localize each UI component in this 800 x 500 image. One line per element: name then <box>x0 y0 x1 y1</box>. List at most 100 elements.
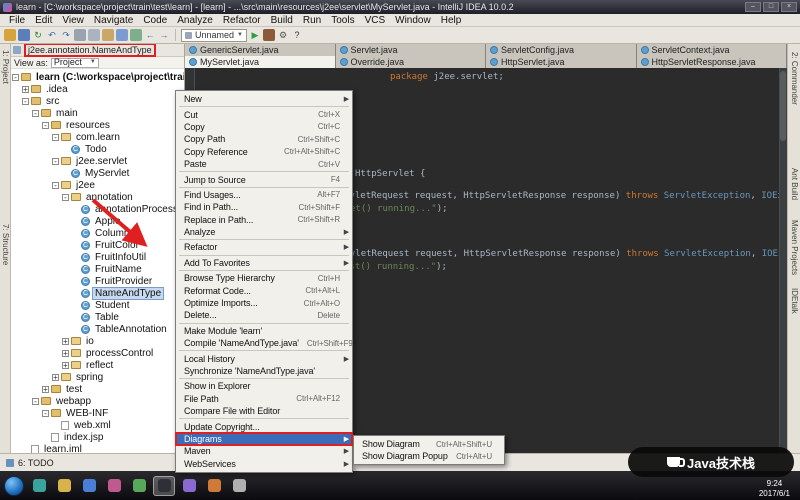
tree-toggle-icon[interactable]: - <box>32 110 39 117</box>
toolwindow-button-1-project[interactable]: 1: Project <box>1 50 10 84</box>
tree-item-j2ee-servlet[interactable]: -j2ee.servlet <box>11 155 184 167</box>
tab-servletcontext-java[interactable]: ServletContext.java <box>637 44 788 56</box>
menu-vcs[interactable]: VCS <box>360 15 391 26</box>
scrollbar-thumb[interactable] <box>780 71 786 141</box>
tree-toggle-icon[interactable]: - <box>22 98 29 105</box>
taskbar-app-office[interactable] <box>128 476 150 496</box>
menu-build[interactable]: Build <box>266 15 298 26</box>
menu-item-add-to-favorites[interactable]: Add To Favorites▶ <box>176 257 352 269</box>
menu-navigate[interactable]: Navigate <box>89 15 138 26</box>
cut-icon[interactable] <box>74 29 86 41</box>
tree-toggle-icon[interactable]: + <box>42 386 49 393</box>
menu-code[interactable]: Code <box>138 15 172 26</box>
tree-item-annotation[interactable]: -annotation <box>11 191 184 203</box>
menu-item-diagrams[interactable]: Diagrams▶ <box>176 433 352 445</box>
taskbar-app-tools[interactable] <box>228 476 250 496</box>
tree-toggle-icon[interactable]: + <box>62 362 69 369</box>
tree-item-main[interactable]: -main <box>11 107 184 119</box>
menu-item-maven[interactable]: Maven▶ <box>176 445 352 457</box>
tree-toggle-icon[interactable]: + <box>62 350 69 357</box>
menu-item-copy[interactable]: CopyCtrl+C <box>176 121 352 133</box>
tree-toggle-icon[interactable]: - <box>42 122 49 129</box>
tree-item-test[interactable]: +test <box>11 383 184 395</box>
menu-item-cut[interactable]: CutCtrl+X <box>176 108 352 120</box>
menu-item-find-usages[interactable]: Find Usages...Alt+F7 <box>176 189 352 201</box>
tree-item-io[interactable]: +io <box>11 335 184 347</box>
menu-tools[interactable]: Tools <box>326 15 359 26</box>
tree-item-apple[interactable]: CApple <box>11 215 184 227</box>
tree-item-todo[interactable]: CTodo <box>11 143 184 155</box>
undo-icon[interactable]: ↶ <box>46 29 58 41</box>
tree-toggle-icon[interactable]: + <box>52 374 59 381</box>
taskbar-app-media[interactable] <box>103 476 125 496</box>
tree-item-web-xml[interactable]: web.xml <box>11 419 184 431</box>
todo-toolwindow-button[interactable]: 6: TODO <box>18 458 54 468</box>
tree-item-src[interactable]: -src <box>11 95 184 107</box>
run-config-select[interactable]: Unnamed ▼ <box>181 29 247 42</box>
toolwindow-button-maven-projects[interactable]: Maven Projects <box>790 220 799 275</box>
toolwindow-button-2-commander[interactable]: 2: Commander <box>790 52 799 105</box>
menu-item-optimize-imports[interactable]: Optimize Imports...Ctrl+Alt+O <box>176 297 352 309</box>
view-as-select[interactable]: Project ▼ <box>51 58 99 68</box>
menu-item-local-history[interactable]: Local History▶ <box>176 352 352 364</box>
tree-item-myservlet[interactable]: CMyServlet <box>11 167 184 179</box>
menu-view[interactable]: View <box>57 15 89 26</box>
tree-item-idea[interactable]: +.idea <box>11 83 184 95</box>
menu-item-copy-path[interactable]: Copy PathCtrl+Shift+C <box>176 133 352 145</box>
toolwindow-button-idetalk[interactable]: IDEtalk <box>790 288 799 314</box>
tree-item-learn-c-workspace-project-train-test-lear[interactable]: -learn (C:\workspace\project\train\test\… <box>11 71 184 83</box>
toolwindow-button-ant-build[interactable]: Ant Build <box>790 168 799 200</box>
menu-item-replace-in-path[interactable]: Replace in Path...Ctrl+Shift+R <box>176 214 352 226</box>
tab-servlet-java[interactable]: Servlet.java <box>336 44 487 56</box>
tab-myservlet-java[interactable]: MyServlet.java <box>185 56 336 68</box>
tree-item-processcontrol[interactable]: +processControl <box>11 347 184 359</box>
menu-item-paste[interactable]: PasteCtrl+V <box>176 158 352 170</box>
tree-item-annotationprocess[interactable]: CannotationProcess <box>11 203 184 215</box>
tree-item-nameandtype[interactable]: CNameAndType <box>11 287 184 299</box>
tree-toggle-icon[interactable]: + <box>22 86 29 93</box>
menu-item-refactor[interactable]: Refactor▶ <box>176 241 352 253</box>
menu-run[interactable]: Run <box>298 15 326 26</box>
run-icon[interactable]: ▶ <box>249 29 261 41</box>
tab-override-java[interactable]: Override.java <box>336 56 487 68</box>
tree-item-com-learn[interactable]: -com.learn <box>11 131 184 143</box>
tree-item-tableannotation[interactable]: CTableAnnotation <box>11 323 184 335</box>
open-icon[interactable] <box>4 29 16 41</box>
menu-item-analyze[interactable]: Analyze▶ <box>176 226 352 238</box>
tree-item-spring[interactable]: +spring <box>11 371 184 383</box>
tree-item-index-jsp[interactable]: index.jsp <box>11 431 184 443</box>
menu-item-make-module-learn[interactable]: Make Module 'learn' <box>176 325 352 337</box>
menu-item-find-in-path[interactable]: Find in Path...Ctrl+Shift+F <box>176 201 352 213</box>
tree-toggle-icon[interactable]: - <box>52 182 59 189</box>
tree-item-table[interactable]: CTable <box>11 311 184 323</box>
menu-item-reformat-code[interactable]: Reformat Code...Ctrl+Alt+L <box>176 284 352 296</box>
tree-item-student[interactable]: CStudent <box>11 299 184 311</box>
tree-item-column[interactable]: CColumn <box>11 227 184 239</box>
tree-toggle-icon[interactable]: - <box>52 158 59 165</box>
tree-item-web-inf[interactable]: -WEB-INF <box>11 407 184 419</box>
tree-item-reflect[interactable]: +reflect <box>11 359 184 371</box>
tree-toggle-icon[interactable]: + <box>62 338 69 345</box>
menu-refactor[interactable]: Refactor <box>218 15 266 26</box>
menu-item-browse-type-hierarchy[interactable]: Browse Type HierarchyCtrl+H <box>176 272 352 284</box>
menu-item-new[interactable]: New▶ <box>176 93 352 105</box>
menu-help[interactable]: Help <box>436 15 467 26</box>
taskbar-app-explorer[interactable] <box>53 476 75 496</box>
taskbar-app-intellij[interactable] <box>153 476 175 496</box>
tree-toggle-icon[interactable]: - <box>32 398 39 405</box>
forward-icon[interactable]: → <box>158 29 170 41</box>
redo-icon[interactable]: ↷ <box>60 29 72 41</box>
back-icon[interactable]: ← <box>144 29 156 41</box>
taskbar-app-chat[interactable] <box>203 476 225 496</box>
replace-icon[interactable] <box>130 29 142 41</box>
save-icon[interactable] <box>18 29 30 41</box>
tree-item-fruitcolor[interactable]: CFruitColor <box>11 239 184 251</box>
tree-item-fruitprovider[interactable]: CFruitProvider <box>11 275 184 287</box>
tree-toggle-icon[interactable]: - <box>52 134 59 141</box>
tree-toggle-icon[interactable]: - <box>12 74 19 81</box>
tree-toggle-icon[interactable]: - <box>62 194 69 201</box>
find-icon[interactable] <box>116 29 128 41</box>
maximize-button[interactable]: □ <box>763 2 779 12</box>
toolwindow-button-7-structure[interactable]: 7: Structure <box>1 224 10 265</box>
menu-item-jump-to-source[interactable]: Jump to SourceF4 <box>176 173 352 185</box>
